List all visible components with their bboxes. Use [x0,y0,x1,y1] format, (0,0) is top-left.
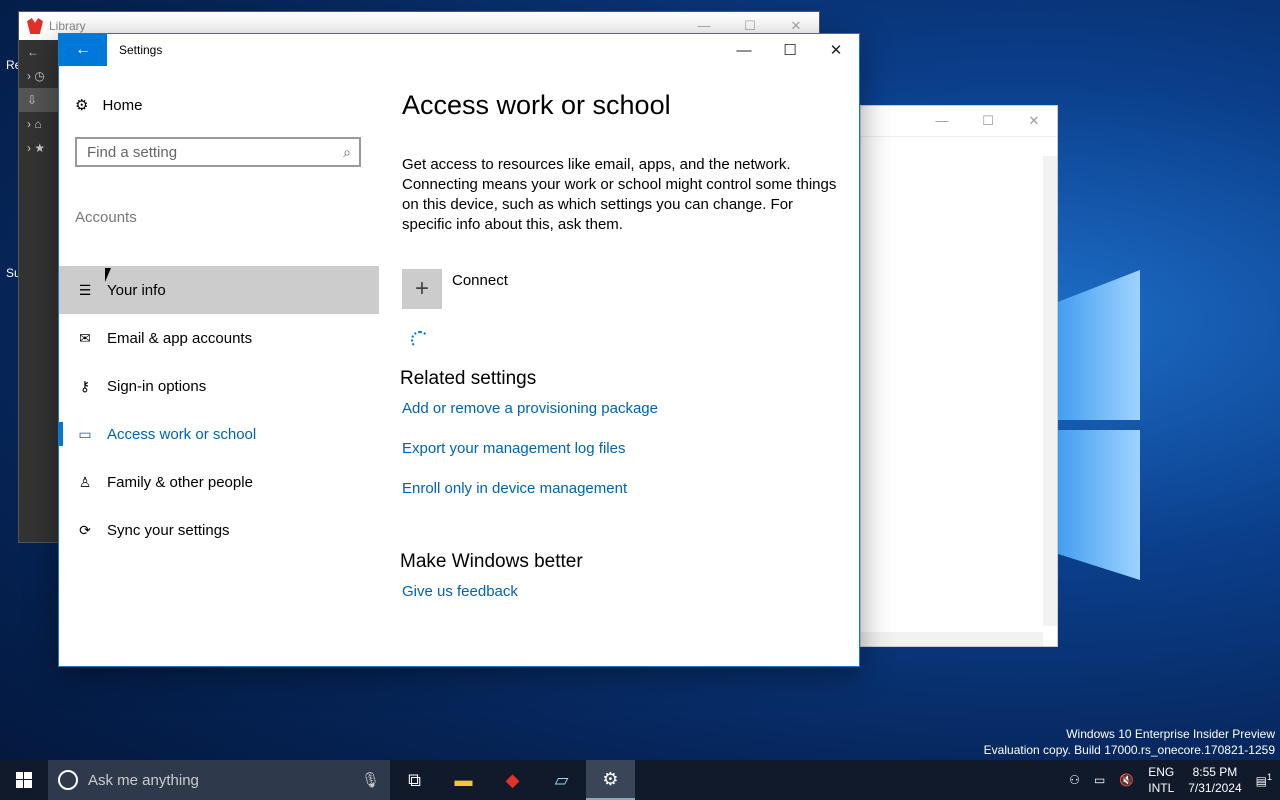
folder-icon: ▬ [454,769,473,790]
provisioning-package-link[interactable]: Add or remove a provisioning package [402,400,658,417]
settings-nav: ⚙ Home Find a setting ⌕ Accounts ☰ Your … [59,66,379,666]
sidebar-item-email[interactable]: ✉ Email & app accounts [59,314,379,362]
page-description: Get access to resources like email, apps… [402,156,837,233]
microphone-icon[interactable]: 🎙 [361,771,380,789]
lang-bottom: INTL [1148,781,1175,795]
settings-titlebar[interactable]: ← Settings — ☐ ✕ [59,34,859,66]
enroll-device-link[interactable]: Enroll only in device management [402,480,627,497]
settings-taskbar-button[interactable]: ⚙ [586,760,635,800]
make-windows-better-heading: Make Windows better [400,551,583,572]
explorer-titlebar[interactable]: — ☐ ✕ [861,106,1057,137]
search-icon[interactable]: ⌕ [343,144,351,161]
plus-icon: + [402,269,442,309]
build-watermark: Windows 10 Enterprise Insider Preview Ev… [984,726,1275,758]
horizontal-scrollbar[interactable] [861,632,1043,646]
sidebar-item-family[interactable]: ♙ Family & other people [59,458,379,506]
task-view-icon: ⧉ [408,769,421,790]
app-logo-icon [27,18,43,34]
maximize-button[interactable]: ☐ [767,34,813,66]
clock[interactable]: 8:55 PM 7/31/2024 [1188,764,1241,796]
downloads-icon[interactable]: ⇩ [19,88,59,112]
library-title: Library [49,19,86,33]
people-icon[interactable]: ⚇ [1069,773,1080,787]
network-icon[interactable]: ▭ [1094,773,1105,787]
close-button[interactable]: ✕ [813,34,859,66]
notification-count: 1 [1266,772,1272,782]
windows-start-icon [16,772,32,788]
cortana-icon [58,770,78,790]
taskbar: Ask me anything 🎙 ⧉ ▬ ◆ ▱ ⚙ ⚇ ▭ 🔇 ENG IN… [0,760,1280,800]
desktop-windows-logo [1055,270,1145,590]
app-icon: ▱ [554,769,569,790]
library-nav-back[interactable]: ← [19,40,59,64]
watermark-line-1: Windows 10 Enterprise Insider Preview [1066,727,1275,741]
related-settings-heading: Related settings [400,368,537,389]
system-tray: ⚇ ▭ 🔇 ENG INTL 8:55 PM 7/31/2024 ▤1 [1069,764,1280,796]
sidebar-item-label: Your info [107,281,166,299]
sidebar-item-access-work[interactable]: ▭ Access work or school [59,410,379,458]
close-button[interactable]: ✕ [1011,106,1057,136]
connect-button[interactable]: + Connect [402,269,508,309]
explorer-window[interactable]: — ☐ ✕ [860,105,1058,647]
clock-time: 8:55 PM [1192,765,1238,779]
person-card-icon: ☰ [78,281,92,298]
close-button[interactable]: ✕ [773,18,819,34]
mail-icon: ✉ [79,329,91,346]
browser-button[interactable]: ◆ [488,760,537,800]
browser-app-icon: ◆ [505,769,520,790]
cortana-search-placeholder: Ask me anything [88,771,199,789]
search-input[interactable]: Find a setting ⌕ [75,137,361,167]
volume-muted-icon[interactable]: 🔇 [1119,773,1134,787]
sidebar-item-sign-in[interactable]: ⚷ Sign-in options [59,362,379,410]
lang-top: ENG [1148,765,1175,779]
cortana-search-box[interactable]: Ask me anything 🎙 [48,760,390,800]
window-title: Settings [119,43,163,57]
vertical-scrollbar[interactable] [1043,156,1057,626]
person-add-icon: ♙ [78,473,92,490]
library-sidebar: ← › ◷ ⇩ › ⌂ › ★ [19,40,59,542]
maximize-button[interactable]: ☐ [727,18,773,34]
feedback-link[interactable]: Give us feedback [402,583,518,600]
sidebar-item-label: Access work or school [107,425,257,443]
maximize-button[interactable]: ☐ [965,106,1011,136]
minimize-button[interactable]: — [721,34,767,66]
sidebar-item-sync[interactable]: ⟳ Sync your settings [59,506,379,554]
sidebar-item-label: Sync your settings [107,521,230,539]
mouse-cursor-icon [105,268,111,282]
minimize-button[interactable]: — [919,106,965,136]
input-language[interactable]: ENG INTL [1148,764,1174,796]
search-placeholder: Find a setting [87,143,178,161]
star-icon[interactable]: › ★ [19,136,59,160]
sidebar-item-label: Sign-in options [107,377,207,395]
back-arrow-icon[interactable]: ← [59,34,107,66]
nav-home-label: Home [102,96,143,114]
settings-window[interactable]: ← Settings — ☐ ✕ ⚙ Home Find a setting ⌕… [58,33,860,667]
start-button[interactable] [0,760,48,800]
nav-home[interactable]: ⚙ Home [75,96,143,115]
briefcase-icon: ▭ [78,425,92,442]
sidebar-item-label: Email & app accounts [107,329,253,347]
task-view-button[interactable]: ⧉ [390,760,439,800]
gear-icon: ⚙ [602,768,619,789]
connect-label: Connect [452,272,508,289]
nav-group-heading: Accounts [75,209,137,226]
page-title: Access work or school [402,90,671,120]
tags-icon[interactable]: › ⌂ [19,112,59,136]
gear-icon: ⚙ [75,97,89,114]
sidebar-item-label: Family & other people [107,473,253,491]
watermark-line-2: Evaluation copy. Build 17000.rs_onecore.… [983,743,1275,757]
app-button[interactable]: ▱ [537,760,586,800]
file-explorer-button[interactable]: ▬ [439,760,488,800]
loading-spinner-icon [411,331,429,349]
action-center-icon[interactable]: ▤1 [1256,772,1272,788]
key-icon: ⚷ [79,377,91,394]
clock-date: 7/31/2024 [1188,781,1242,795]
minimize-button[interactable]: — [681,18,727,34]
sync-icon: ⟳ [79,521,91,538]
export-logs-link[interactable]: Export your management log files [402,440,625,457]
history-icon[interactable]: › ◷ [19,64,59,88]
